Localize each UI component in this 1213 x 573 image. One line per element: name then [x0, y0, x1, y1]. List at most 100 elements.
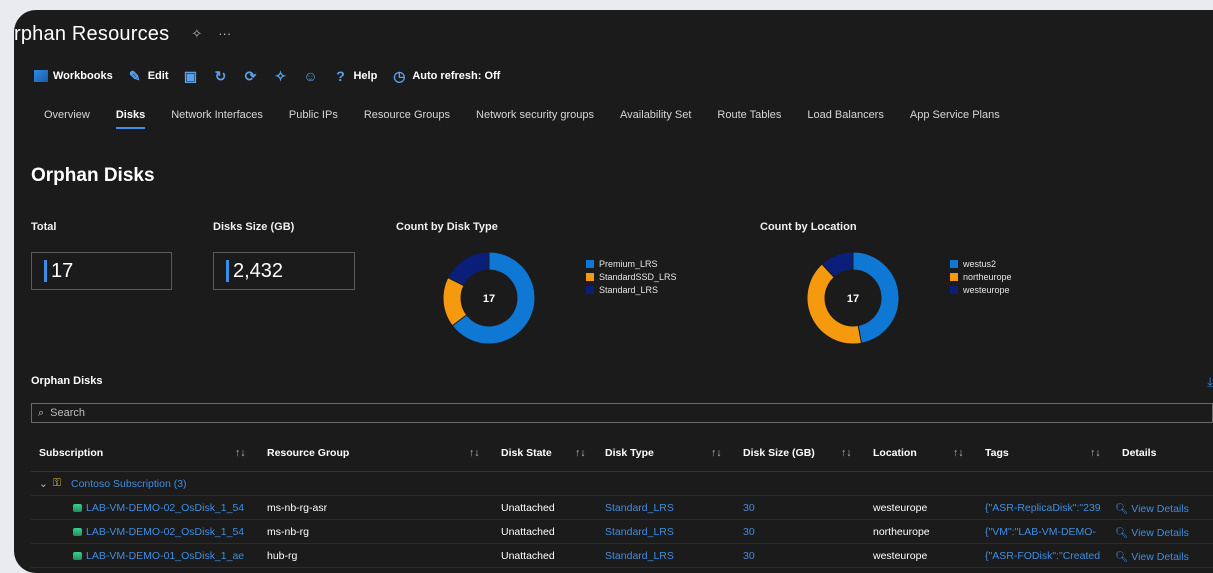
title-row: rphan Resources ✧ ···: [14, 10, 231, 58]
group-label[interactable]: Contoso Subscription (3): [71, 478, 187, 490]
tab-public-ips[interactable]: Public IPs: [276, 107, 351, 133]
share-icon: ⟳: [244, 67, 257, 84]
tab-app-service-plans[interactable]: App Service Plans: [897, 107, 1013, 133]
col-resource-group[interactable]: Resource Group: [267, 447, 349, 459]
disk-type-legend: Premium_LRS StandardSSD_LRS Standard_LRS: [586, 257, 677, 296]
tags-link[interactable]: {"ASR-ReplicaDisk":"239: [985, 502, 1109, 514]
auto-refresh-button[interactable]: ◷ Auto refresh: Off: [391, 68, 500, 85]
legend-swatch: [950, 272, 958, 281]
size-label: Disks Size (GB): [213, 221, 295, 233]
legend-item[interactable]: northeurope: [950, 270, 1012, 283]
col-location[interactable]: Location: [873, 447, 917, 459]
download-icon[interactable]: ⤓: [1207, 374, 1213, 390]
disk-icon: [73, 528, 82, 537]
size-tile: 2,432: [213, 252, 355, 290]
orphan-disks-table: Subscription ↑↓ Resource Group ↑↓ Disk S…: [31, 434, 1213, 568]
legend-item[interactable]: westus2: [950, 257, 1012, 270]
disk-icon: [73, 504, 82, 513]
key-icon: ⚿: [53, 477, 61, 489]
total-tile: 17: [31, 252, 172, 290]
disk-name-link[interactable]: LAB-VM-DEMO-02_OsDisk_1_54: [73, 526, 263, 538]
tab-load-balancers[interactable]: Load Balancers: [794, 107, 896, 133]
disk-state-cell: Unattached: [501, 550, 555, 562]
workbooks-icon: [34, 70, 48, 82]
legend-swatch: [586, 272, 594, 281]
col-subscription[interactable]: Subscription: [39, 447, 103, 459]
search-box[interactable]: ⌕ Search: [31, 403, 1213, 423]
legend-swatch: [586, 285, 594, 294]
disk-type-link[interactable]: Standard_LRS: [605, 526, 674, 538]
refresh-icon: ↻: [214, 67, 227, 84]
legend-item[interactable]: Premium_LRS: [586, 257, 677, 270]
size-value: 2,432: [233, 259, 284, 282]
table-header: Subscription ↑↓ Resource Group ↑↓ Disk S…: [31, 434, 1213, 472]
sort-icon[interactable]: ↑↓: [841, 447, 852, 459]
page-title: rphan Resources: [14, 22, 170, 45]
chevron-down-icon[interactable]: ⌄: [39, 478, 48, 490]
legend-item[interactable]: westeurope: [950, 283, 1012, 296]
share-button[interactable]: ⟳: [242, 68, 258, 85]
help-button[interactable]: ? Help: [332, 68, 377, 84]
total-label: Total: [31, 221, 57, 233]
tab-network-interfaces[interactable]: Network Interfaces: [158, 107, 276, 133]
col-disk-state[interactable]: Disk State: [501, 447, 552, 459]
sort-icon[interactable]: ↑↓: [1090, 447, 1101, 459]
magnifier-icon: 🔍︎: [1115, 527, 1132, 539]
sort-icon[interactable]: ↑↓: [469, 447, 480, 459]
tab-availability-set[interactable]: Availability Set: [607, 107, 704, 133]
col-disk-size[interactable]: Disk Size (GB): [743, 447, 815, 459]
save-button[interactable]: ▣: [182, 68, 198, 85]
tab-disks[interactable]: Disks: [103, 107, 158, 133]
disk-type-link[interactable]: Standard_LRS: [605, 502, 674, 514]
legend-label: Premium_LRS: [599, 258, 658, 269]
legend-swatch: [586, 259, 594, 268]
tab-network-security-groups[interactable]: Network security groups: [463, 107, 607, 133]
disk-name-link[interactable]: LAB-VM-DEMO-01_OsDisk_1_ae: [73, 550, 263, 562]
sort-icon[interactable]: ↑↓: [953, 447, 964, 459]
sort-icon[interactable]: ↑↓: [575, 447, 586, 459]
legend-swatch: [950, 259, 958, 268]
view-details-link[interactable]: 🔍︎ View Details: [1115, 526, 1189, 539]
search-input[interactable]: Search: [50, 407, 85, 419]
legend-item[interactable]: StandardSSD_LRS: [586, 270, 677, 283]
pin-icon[interactable]: ✧: [191, 26, 202, 42]
slice-standard-lrs[interactable]: [447, 251, 490, 287]
edit-button[interactable]: ✎ Edit: [127, 68, 169, 85]
legend-label: westus2: [963, 258, 997, 269]
section-title: Orphan Disks: [31, 165, 155, 186]
pin-toolbar-button[interactable]: ✧: [272, 68, 288, 85]
legend-label: StandardSSD_LRS: [599, 271, 677, 282]
tags-link[interactable]: {"ASR-FODisk":"Created: [985, 550, 1109, 562]
disk-state-cell: Unattached: [501, 526, 555, 538]
feedback-button[interactable]: ☺: [302, 68, 318, 84]
col-details[interactable]: Details: [1122, 447, 1156, 459]
resource-group-cell: ms-nb-rg: [267, 526, 310, 538]
workbook-window: rphan Resources ✧ ··· Workbooks ✎ Edit ▣…: [14, 10, 1213, 573]
tab-overview[interactable]: Overview: [31, 107, 103, 133]
tags-link[interactable]: {"VM":"LAB-VM-DEMO-: [985, 526, 1109, 538]
table-row: LAB-VM-DEMO-01_OsDisk_1_ae hub-rg Unatta…: [31, 544, 1213, 568]
slice-westus2[interactable]: [852, 251, 900, 344]
col-tags[interactable]: Tags: [985, 447, 1009, 459]
disk-type-chart-title: Count by Disk Type: [396, 221, 498, 233]
workbooks-button[interactable]: Workbooks: [34, 70, 113, 82]
disk-type-donut: 17: [442, 251, 536, 345]
sort-icon[interactable]: ↑↓: [711, 447, 722, 459]
group-row[interactable]: ⌄ ⚿ Contoso Subscription (3): [31, 472, 1213, 496]
col-disk-type[interactable]: Disk Type: [605, 447, 654, 459]
disk-name-link[interactable]: LAB-VM-DEMO-02_OsDisk_1_54: [73, 502, 263, 514]
view-details-link[interactable]: 🔍︎ View Details: [1115, 550, 1189, 563]
disk-size-link[interactable]: 30: [743, 526, 755, 538]
view-details-link[interactable]: 🔍︎ View Details: [1115, 502, 1189, 515]
disk-size-link[interactable]: 30: [743, 550, 755, 562]
tab-route-tables[interactable]: Route Tables: [704, 107, 794, 133]
disk-size-link[interactable]: 30: [743, 502, 755, 514]
more-icon[interactable]: ···: [218, 26, 231, 42]
disk-type-link[interactable]: Standard_LRS: [605, 550, 674, 562]
sort-icon[interactable]: ↑↓: [235, 447, 246, 459]
tab-resource-groups[interactable]: Resource Groups: [351, 107, 463, 133]
search-icon: ⌕: [38, 406, 45, 419]
legend-item[interactable]: Standard_LRS: [586, 283, 677, 296]
magnifier-icon: 🔍︎: [1115, 503, 1132, 515]
refresh-button[interactable]: ↻: [212, 68, 228, 85]
